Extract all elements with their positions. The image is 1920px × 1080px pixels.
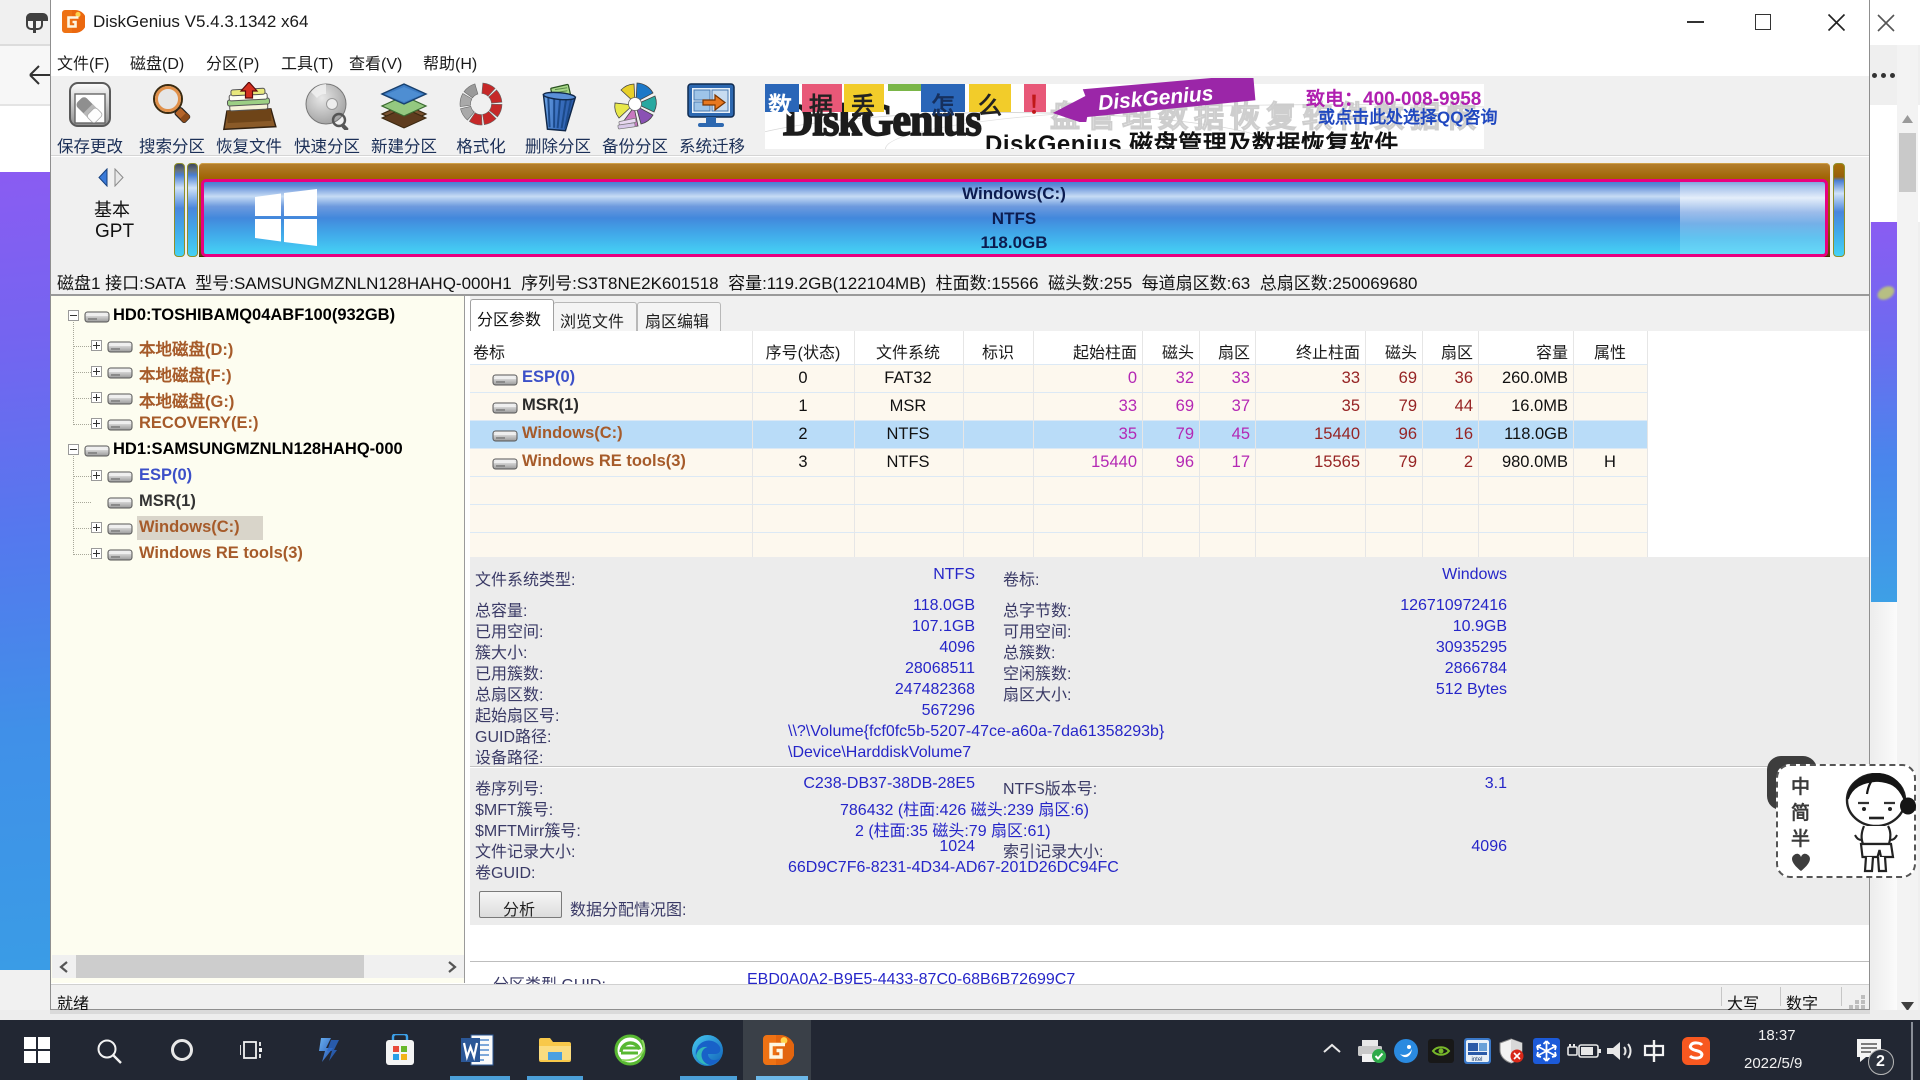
svg-text:intel: intel [1471, 1057, 1482, 1063]
